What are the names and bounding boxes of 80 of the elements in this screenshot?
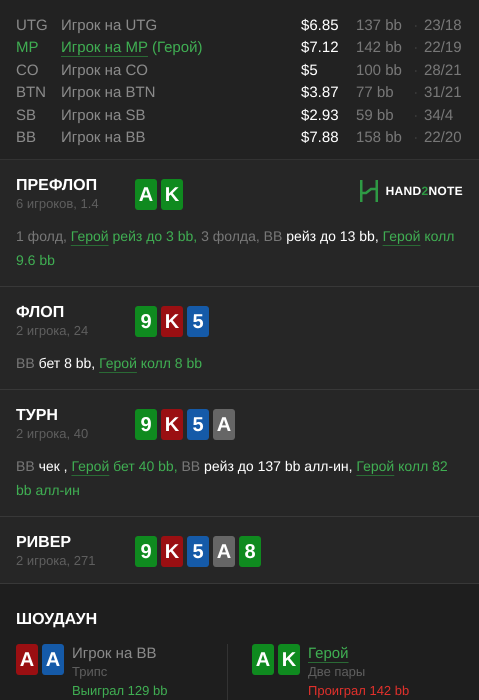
position-label: BTN — [16, 83, 47, 104]
stack-bb: 142 bb — [356, 38, 403, 58]
player-name[interactable]: Герой — [308, 644, 349, 663]
stack-amount: $6.85 — [301, 16, 340, 36]
separator-dot: · — [414, 64, 419, 79]
result-text: Проиграл 142 bb — [308, 682, 410, 700]
player-name[interactable]: Игрок на MP — [61, 37, 148, 60]
separator-dot: · — [414, 130, 419, 146]
position-label: BB — [16, 128, 38, 148]
separator-dot: · — [414, 41, 419, 56]
playing-card: A — [213, 409, 235, 440]
player-name: Игрок на BB — [72, 644, 156, 663]
action-line: BB чек , Герой бет 40 bb, BB рейз до 137 bb алл-ин, Герой колл 82 bb алл-ин — [16, 457, 449, 500]
hero-link[interactable]: Герой — [382, 228, 420, 244]
showdown-title: ШОУДАУН — [16, 610, 98, 630]
stack-bb: 137 bb — [356, 16, 403, 36]
player-stats: 31/21 — [424, 83, 462, 104]
playing-card: 8 — [239, 536, 261, 567]
player-name: Игрок на SB — [61, 106, 146, 126]
stack-bb: 59 bb — [356, 106, 395, 126]
playing-card: A — [252, 644, 274, 675]
action-line: BB бет 8 bb, Герой колл 8 bb — [16, 354, 204, 373]
position-label: CO — [16, 60, 40, 81]
street-subtitle: 2 игрока, 271 — [16, 553, 96, 569]
street-title: РИВЕР — [16, 533, 72, 553]
stack-bb: 158 bb — [356, 128, 403, 148]
playing-card: K — [161, 536, 183, 567]
stack-bb: 77 bb — [356, 83, 395, 104]
logo-text: HAND2NOTE — [386, 183, 463, 200]
playing-card: K — [161, 409, 183, 440]
street-subtitle: 6 игроков, 1.4 — [16, 196, 100, 212]
hero-link[interactable]: Герой — [70, 228, 109, 244]
street-subtitle: 2 игрока, 40 — [16, 426, 90, 442]
position-label: SB — [16, 106, 38, 126]
stack-amount: $2.93 — [301, 106, 340, 126]
player-stats: 34/4 — [424, 106, 454, 126]
position-label: MP — [16, 38, 40, 58]
hero-tag: (Герой) — [152, 37, 202, 60]
stack-bb: 100 bb — [356, 60, 403, 81]
separator-dot: · — [414, 18, 419, 34]
playing-card: K — [278, 644, 300, 675]
hero-link[interactable]: Герой — [71, 458, 110, 474]
player-stats: 28/21 — [424, 60, 462, 81]
action-line: 1 фолд, Герой рейз до 3 bb, 3 фолда, BB рейз до 13 bb, Герой колл 9.6 bb — [16, 227, 456, 270]
playing-card: 9 — [135, 409, 157, 440]
stack-amount: $5 — [301, 60, 319, 81]
separator-dot: · — [414, 86, 419, 102]
playing-card: 5 — [187, 536, 209, 567]
hand-rank: Трипс — [72, 663, 108, 681]
hero-link[interactable]: Герой — [356, 458, 394, 474]
stack-amount: $7.88 — [301, 128, 340, 148]
player-name: Игрок на BB — [61, 128, 146, 148]
separator-dot: · — [414, 108, 419, 124]
position-label: UTG — [16, 16, 49, 36]
stack-amount: $3.87 — [301, 83, 340, 104]
playing-card: A — [213, 536, 235, 567]
playing-card: A — [42, 644, 64, 675]
playing-card: 5 — [187, 409, 209, 440]
street-title: ПРЕФЛОП — [16, 176, 98, 196]
player-name: Игрок на BTN — [61, 83, 156, 104]
hero-link[interactable]: Герой — [99, 355, 137, 371]
playing-card: A — [135, 179, 157, 210]
street-title: ТУРН — [16, 406, 59, 426]
player-stats: 22/19 — [424, 38, 462, 58]
street-title: ФЛОП — [16, 303, 66, 323]
playing-card: K — [161, 306, 183, 337]
player-stats: 23/18 — [424, 16, 462, 36]
playing-card: 9 — [135, 306, 157, 337]
player-name: Игрок на CO — [61, 60, 148, 81]
street-subtitle: 2 игрока, 24 — [16, 323, 90, 339]
result-text: Выиграл 129 bb — [72, 682, 168, 700]
player-name: Игрок на UTG — [61, 16, 158, 36]
playing-card: 9 — [135, 536, 157, 567]
hand-rank: Две пары — [308, 663, 366, 681]
logo-icon — [360, 180, 378, 202]
playing-card: A — [16, 644, 38, 675]
playing-card: 5 — [187, 306, 209, 337]
playing-card: K — [161, 179, 183, 210]
stack-amount: $7.12 — [301, 38, 340, 58]
player-stats: 22/20 — [424, 128, 462, 148]
